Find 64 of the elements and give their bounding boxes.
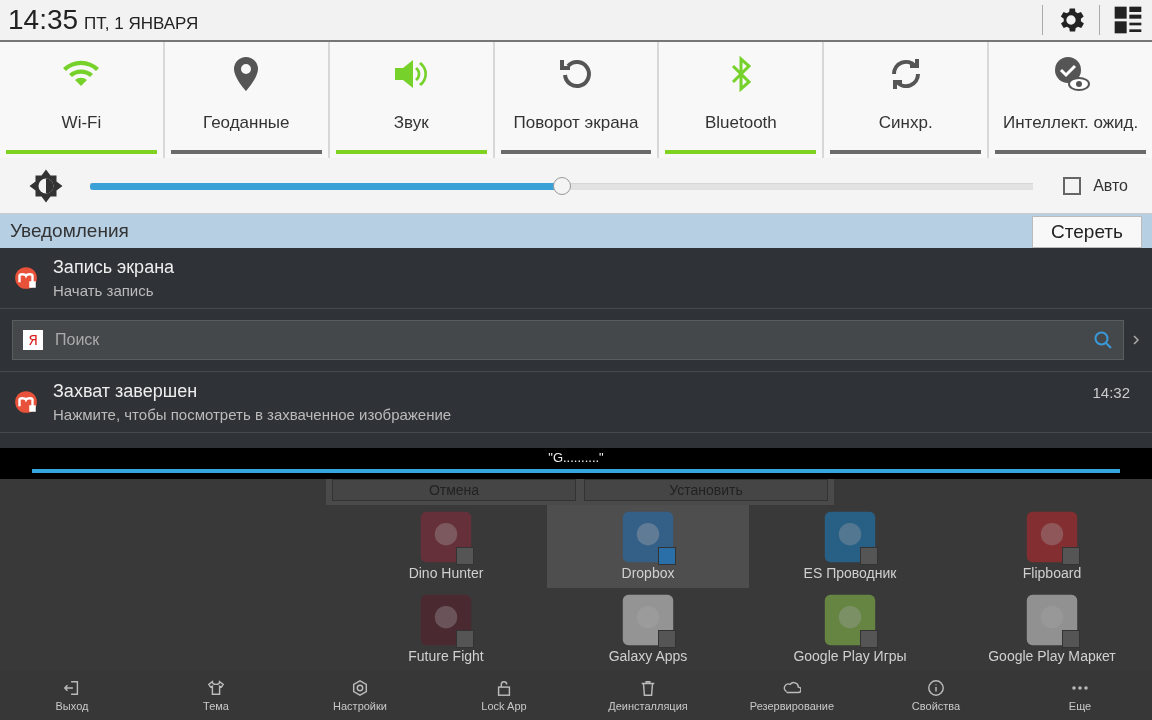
quick-setting-tile[interactable]: Звук <box>329 42 493 158</box>
lock-icon <box>495 678 513 697</box>
notification-title[interactable]: Запись экрана <box>53 257 1130 278</box>
settings-icon <box>351 678 369 697</box>
slider-thumb[interactable] <box>552 176 571 195</box>
toolbar-button[interactable]: Резервирование <box>720 670 864 720</box>
toolbar-button[interactable]: Настройки <box>288 670 432 720</box>
app-icon <box>13 265 39 291</box>
app-checkbox[interactable] <box>1062 629 1080 648</box>
toolbar-button[interactable]: Выход <box>0 670 144 720</box>
toolbar-button[interactable]: Еще <box>1008 670 1152 720</box>
toolbar-button[interactable]: Свойства <box>864 670 1008 720</box>
app-icon <box>620 509 676 565</box>
app-tile[interactable]: Dropbox <box>547 505 749 588</box>
notification-time: 14:32 <box>1092 384 1130 401</box>
app-tile[interactable]: ES Проводник <box>749 505 951 588</box>
app-checkbox[interactable] <box>456 547 474 565</box>
quick-setting-tile[interactable]: Bluetooth <box>659 42 823 158</box>
quick-setting-tile[interactable]: Интеллект. ожид. <box>989 42 1152 158</box>
search-logo: Я <box>23 330 43 350</box>
theme-icon <box>207 678 225 697</box>
quick-setting-tile[interactable]: Wi-Fi <box>0 42 163 158</box>
chevron-icon[interactable] <box>1132 334 1140 346</box>
quick-setting-tile[interactable]: Синхр. <box>824 42 988 158</box>
toolbar-button[interactable]: Деинсталляция <box>576 670 720 720</box>
auto-checkbox[interactable] <box>1063 176 1082 195</box>
toast-text: "G.........." <box>548 450 604 465</box>
app-icon <box>1024 509 1080 565</box>
more-icon <box>1072 685 1088 690</box>
app-tile[interactable]: Google Play Маркет <box>951 587 1152 670</box>
quick-setting-tile[interactable]: Геоданные <box>164 42 328 158</box>
trash-icon <box>639 678 657 697</box>
app-icon <box>822 509 878 565</box>
search-input[interactable]: Поиск <box>53 330 1093 350</box>
search-icon[interactable] <box>1093 330 1113 350</box>
grid-edit-icon[interactable] <box>1112 4 1144 36</box>
app-tile[interactable]: Flipboard <box>951 505 1152 588</box>
notification-text: Нажмите, чтобы посмотреть в захваченное изображение <box>53 406 453 423</box>
search-bar[interactable]: Я Поиск <box>12 320 1124 360</box>
app-icon <box>13 389 39 415</box>
brightness-icon <box>28 167 64 204</box>
app-icon <box>418 509 474 565</box>
app-tile[interactable]: Google Play Игры <box>749 587 951 670</box>
info-icon <box>927 678 945 697</box>
notifications-heading: Уведомления <box>10 220 129 242</box>
app-checkbox[interactable] <box>860 629 878 648</box>
app-checkbox[interactable] <box>456 629 474 648</box>
exit-icon <box>63 678 81 697</box>
app-checkbox[interactable] <box>658 547 676 565</box>
app-tile[interactable]: Dino Hunter <box>345 505 547 588</box>
toolbar-button[interactable]: Тема <box>144 670 288 720</box>
notification-text: Начать запись <box>53 282 155 299</box>
auto-label: Авто <box>1093 176 1128 195</box>
date-text: ПТ, 1 ЯНВАРЯ <box>84 14 199 34</box>
clear-button[interactable]: Стереть <box>1032 216 1142 248</box>
app-tile[interactable]: Future Fight <box>345 587 547 670</box>
notification-title[interactable]: Захват завершен <box>53 381 1093 402</box>
app-checkbox[interactable] <box>658 629 676 648</box>
app-checkbox[interactable] <box>860 547 878 565</box>
clock-time: 14:35 <box>8 4 79 36</box>
quick-setting-tile[interactable]: Поворот экрана <box>494 42 658 158</box>
app-checkbox[interactable] <box>1062 547 1080 565</box>
toolbar-button[interactable]: Lock App <box>432 670 576 720</box>
app-tile[interactable]: Galaxy Apps <box>547 587 749 670</box>
